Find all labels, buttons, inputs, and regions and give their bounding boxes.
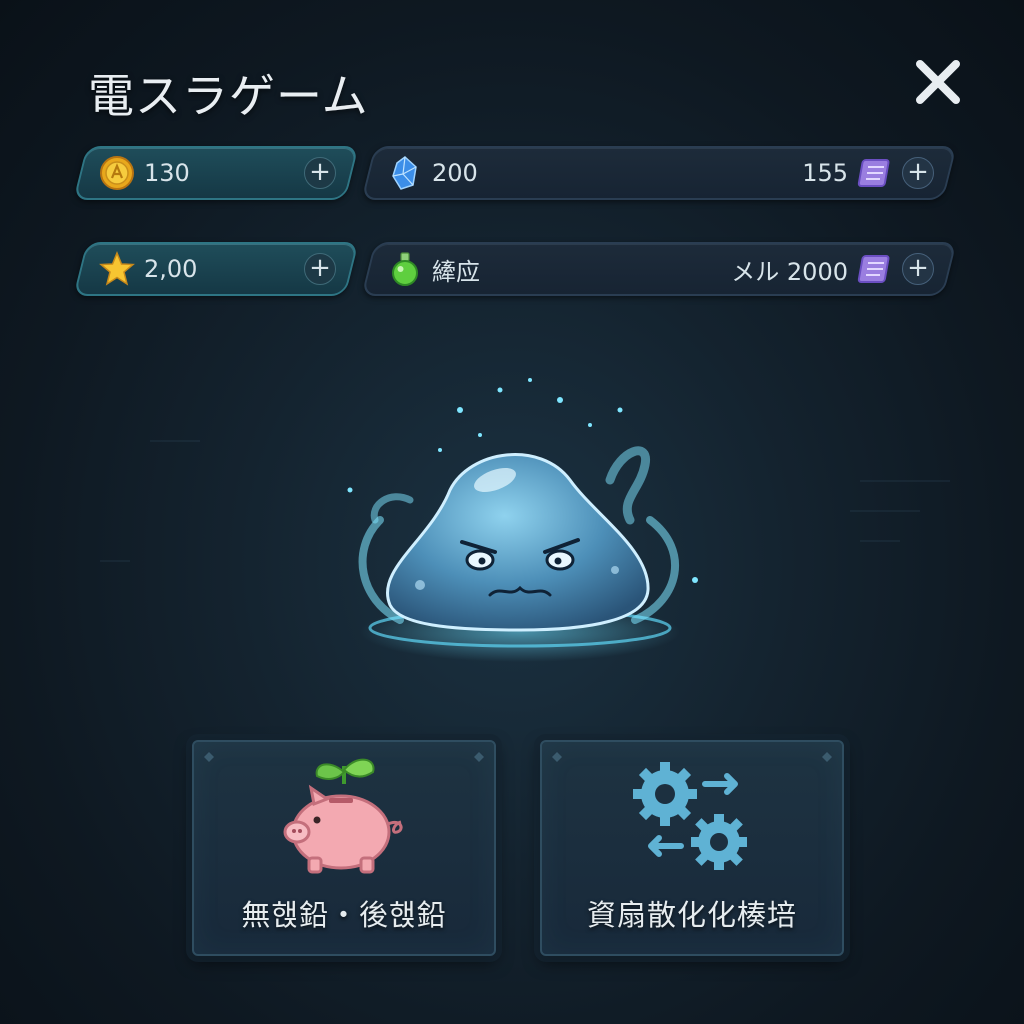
scroll-icon [857, 159, 890, 187]
blue-slime-icon [347, 378, 698, 662]
gears-arrows-icon [633, 762, 747, 870]
diamond-ornament-icon [822, 752, 832, 762]
potion-resource-bar: 縴应 メル 2000 + [361, 242, 957, 296]
slime-character[interactable] [330, 370, 710, 680]
star-icon [99, 251, 135, 286]
bg-line [850, 510, 920, 512]
blue-crystal-icon [392, 156, 417, 190]
coins-resource-bar: 130 + [73, 146, 359, 200]
savings-card-label: 無핹鉛・後핹鉛 [241, 898, 447, 932]
close-button[interactable] [908, 52, 968, 112]
potion-value: 縴应 [432, 257, 480, 286]
stars-value: 2,00 [144, 255, 198, 283]
coins-value: 130 [144, 159, 190, 187]
bg-line [100, 560, 130, 562]
game-screen: 電スラゲーム 130 + 200 155 + 2,00 + 縴应 メル 2000… [0, 0, 1024, 1024]
add-stars-button[interactable]: + [304, 253, 336, 285]
page-title: 電スラゲーム [88, 69, 369, 123]
resource-conversion-card-label: 資扇散化化楱培 [586, 898, 797, 932]
resource-conversion-card-button[interactable]: 資扇散化化楱培 [540, 740, 844, 956]
crystals-resource-bar: 200 155 + [361, 146, 957, 200]
crystals-value: 200 [432, 159, 478, 187]
add-mel-button[interactable]: + [902, 253, 934, 285]
close-icon [916, 60, 960, 104]
mel-value: メル 2000 [731, 257, 848, 286]
add-scrolls-button[interactable]: + [902, 157, 934, 189]
bg-line [860, 540, 900, 542]
bg-line [150, 440, 200, 442]
bg-line [860, 480, 950, 482]
diamond-ornament-icon [204, 752, 214, 762]
diamond-ornament-icon [474, 752, 484, 762]
savings-card-button[interactable]: 無핹鉛・後핹鉛 [192, 740, 496, 956]
scrolls-value: 155 [802, 159, 848, 187]
scroll-icon [857, 255, 890, 283]
diamond-ornament-icon [552, 752, 562, 762]
piggy-bank-sprout-icon [283, 758, 403, 874]
green-potion-icon [392, 252, 418, 286]
stars-resource-bar: 2,00 + [73, 242, 359, 296]
gold-coin-icon [99, 156, 134, 190]
add-coins-button[interactable]: + [304, 157, 336, 189]
